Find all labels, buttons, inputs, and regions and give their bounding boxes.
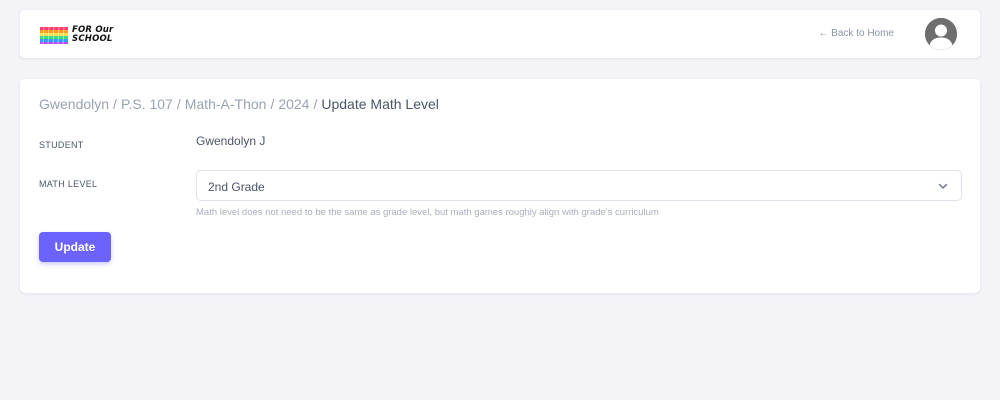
math-level-selected-value: 2nd Grade — [208, 180, 265, 194]
breadcrumb-item-year[interactable]: 2024 — [278, 96, 309, 112]
student-label: STUDENT — [39, 140, 84, 150]
update-button[interactable]: Update — [39, 232, 111, 262]
back-to-home-link[interactable]: ← Back to Home — [818, 28, 894, 39]
math-level-help-text: Math level does not need to be the same … — [196, 207, 659, 218]
breadcrumb: Gwendolyn / P.S. 107/Math-A-Thon/2024/Upda… — [39, 96, 439, 112]
breadcrumb-separator: / — [176, 96, 181, 112]
breadcrumb-separator: / — [270, 96, 275, 112]
update-math-level-card: Gwendolyn / P.S. 107/Math-A-Thon/2024/Upda… — [20, 79, 980, 293]
student-name-value: Gwendolyn J — [196, 134, 266, 148]
logo-wordmark: FOR Our SCHOOL — [72, 26, 113, 44]
math-level-select[interactable]: 2nd Grade — [196, 170, 962, 201]
person-silhouette-icon — [925, 18, 957, 50]
top-navbar: FOR Our SCHOOL ← Back to Home — [20, 10, 980, 58]
chevron-down-icon — [938, 183, 948, 189]
user-avatar-icon[interactable] — [925, 18, 957, 50]
breadcrumb-separator: / — [113, 96, 117, 112]
breadcrumb-item-student[interactable]: Gwendolyn — [39, 96, 109, 112]
breadcrumb-separator: / — [313, 96, 318, 112]
breadcrumb-item-school[interactable]: P.S. 107 — [121, 96, 173, 112]
logo-line-2: SCHOOL — [72, 34, 113, 44]
page-title: Update Math Level — [321, 96, 439, 112]
breadcrumb-item-event[interactable]: Math-A-Thon — [185, 96, 267, 112]
rainbow-keyboard-icon — [40, 26, 68, 45]
for-our-school-logo[interactable]: FOR Our SCHOOL — [39, 24, 119, 46]
math-level-label: MATH LEVEL — [39, 179, 98, 189]
